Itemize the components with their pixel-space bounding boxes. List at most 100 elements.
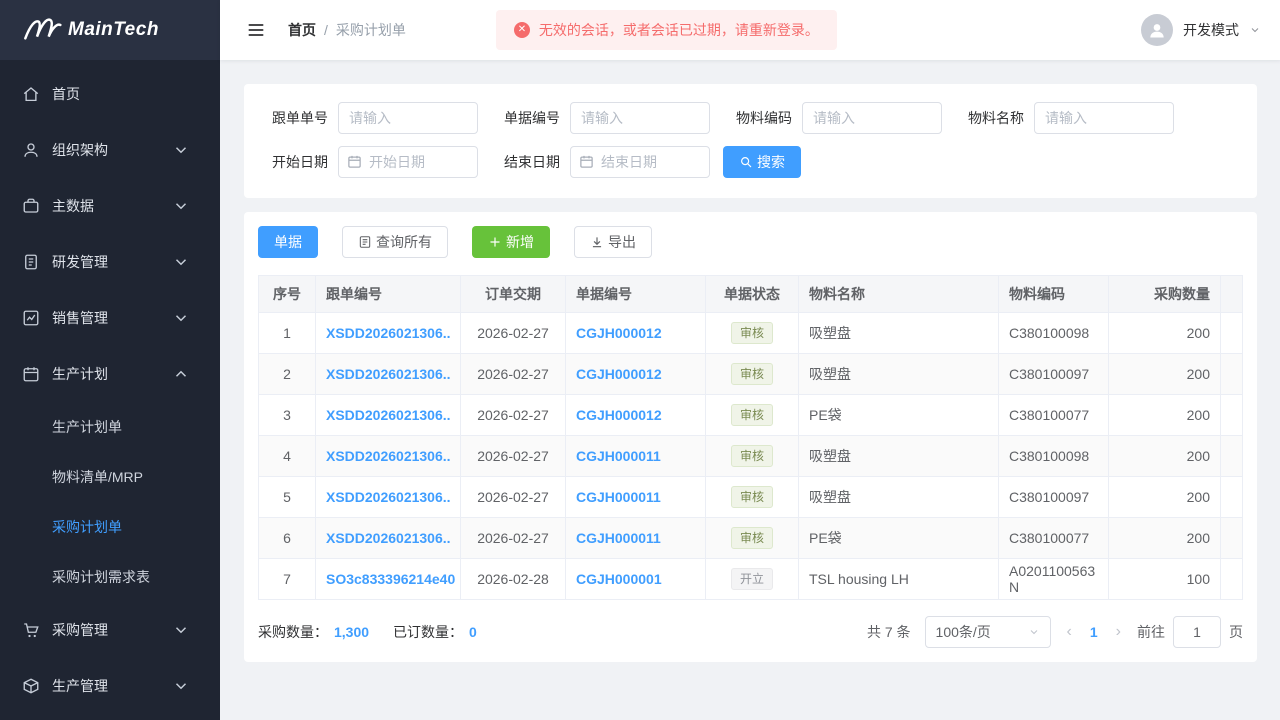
cell-status: 开立: [706, 559, 799, 600]
filter-label: 物料名称: [954, 108, 1024, 128]
cell-order-date: 2026-02-27: [461, 395, 566, 436]
goto-page-input[interactable]: [1173, 616, 1221, 648]
cell-doc-no-link[interactable]: CGJH000001: [566, 559, 706, 600]
header-user-area[interactable]: 开发模式: [1141, 14, 1261, 46]
menu-item-label: 销售管理: [52, 308, 172, 328]
table-footer: 采购数量： 1,300 已订数量： 0 共 7 条 100条/页 ‹ 1: [258, 616, 1243, 648]
next-page-button[interactable]: ›: [1114, 623, 1123, 641]
column-header-单据编号: 单据编号: [566, 276, 706, 313]
cell-track-no-link[interactable]: XSDD2026021306..: [316, 395, 461, 436]
add-button-label: 新增: [506, 232, 534, 252]
cell-index: 4: [259, 436, 316, 477]
home-icon: [22, 85, 40, 103]
sidebar-subitem-物料清单/MRP[interactable]: 物料清单/MRP: [0, 452, 220, 502]
sidebar-subitem-采购计划单[interactable]: 采购计划单: [0, 502, 220, 552]
logo-swoosh-icon: [22, 15, 62, 45]
menu-item-label: 首页: [52, 84, 202, 104]
page-size-select[interactable]: 100条/页: [925, 616, 1051, 648]
cell-track-no-link[interactable]: XSDD2026021306..: [316, 477, 461, 518]
sidebar-item-研发管理[interactable]: 研发管理: [0, 234, 220, 290]
breadcrumb-separator: /: [324, 22, 328, 38]
cell-track-no-link[interactable]: XSDD2026021306..: [316, 354, 461, 395]
table-row[interactable]: 5XSDD2026021306..2026-02-27CGJH000011审核吸…: [259, 477, 1243, 518]
cell-doc-no-link[interactable]: CGJH000011: [566, 518, 706, 559]
cell-doc-no-link[interactable]: CGJH000011: [566, 477, 706, 518]
cell-order-date: 2026-02-27: [461, 477, 566, 518]
filter-group-结束日期: 结束日期: [490, 146, 710, 178]
user-avatar[interactable]: [1141, 14, 1173, 46]
query-all-label: 查询所有: [376, 232, 432, 252]
table-row[interactable]: 4XSDD2026021306..2026-02-27CGJH000011审核吸…: [259, 436, 1243, 477]
cell-status: 审核: [706, 313, 799, 354]
purchase-plan-table: 序号跟单编号订单交期单据编号单据状态物料名称物料编码采购数量 1XSDD2026…: [258, 275, 1243, 600]
cell-order-date: 2026-02-27: [461, 518, 566, 559]
menu-item-label: 组织架构: [52, 140, 172, 160]
sidebar-item-采购管理[interactable]: 采购管理: [0, 602, 220, 658]
filter-group-开始日期: 开始日期: [258, 146, 478, 178]
cell-doc-no-link[interactable]: CGJH000012: [566, 395, 706, 436]
cell-material-name: PE袋: [799, 518, 999, 559]
filter-input-物料名称[interactable]: [1034, 102, 1174, 134]
cell-track-no-link[interactable]: SO3c833396214e40: [316, 559, 461, 600]
download-icon: [590, 235, 604, 249]
export-button[interactable]: 导出: [574, 226, 652, 258]
cell-track-no-link[interactable]: XSDD2026021306..: [316, 518, 461, 559]
current-page[interactable]: 1: [1088, 624, 1100, 640]
search-button[interactable]: 搜索: [723, 146, 801, 178]
filter-input-物料编码[interactable]: [802, 102, 942, 134]
cell-track-no-link[interactable]: XSDD2026021306..: [316, 436, 461, 477]
cell-extra: [1221, 518, 1243, 559]
cell-doc-no-link[interactable]: CGJH000011: [566, 436, 706, 477]
table-row[interactable]: 1XSDD2026021306..2026-02-27CGJH000012审核吸…: [259, 313, 1243, 354]
cell-qty: 200: [1109, 436, 1221, 477]
add-button[interactable]: 新增: [472, 226, 550, 258]
filter-label: 物料编码: [722, 108, 792, 128]
table-row[interactable]: 3XSDD2026021306..2026-02-27CGJH000012审核P…: [259, 395, 1243, 436]
alert-message: 无效的会话，或者会话已过期，请重新登录。: [539, 20, 819, 40]
column-header-跟单编号: 跟单编号: [316, 276, 461, 313]
filter-input-单据编号[interactable]: [570, 102, 710, 134]
toolbar: 单据 查询所有 新增: [258, 226, 1243, 258]
column-header-序号: 序号: [259, 276, 316, 313]
filter-group-物料名称: 物料名称: [954, 102, 1174, 134]
cell-order-date: 2026-02-27: [461, 354, 566, 395]
table-row[interactable]: 2XSDD2026021306..2026-02-27CGJH000012审核吸…: [259, 354, 1243, 395]
cell-track-no-link[interactable]: XSDD2026021306..: [316, 313, 461, 354]
table-header-row: 序号跟单编号订单交期单据编号单据状态物料名称物料编码采购数量: [259, 276, 1243, 313]
menu-item-label: 研发管理: [52, 252, 172, 272]
cell-doc-no-link[interactable]: CGJH000012: [566, 354, 706, 395]
sidebar-subitem-采购计划需求表[interactable]: 采购计划需求表: [0, 552, 220, 602]
purchase-qty-label: 采购数量：: [258, 622, 328, 642]
ordered-qty-label: 已订数量：: [393, 622, 463, 642]
sidebar-subitem-生产计划单[interactable]: 生产计划单: [0, 402, 220, 452]
chevron-down-icon: [172, 197, 190, 215]
cell-status: 审核: [706, 436, 799, 477]
prev-page-button[interactable]: ‹: [1065, 623, 1074, 641]
query-all-button[interactable]: 查询所有: [342, 226, 448, 258]
cell-qty: 200: [1109, 395, 1221, 436]
breadcrumb-home[interactable]: 首页: [288, 20, 316, 40]
hamburger-menu-icon[interactable]: [246, 20, 266, 40]
status-badge: 审核: [731, 404, 773, 426]
sidebar-item-销售管理[interactable]: 销售管理: [0, 290, 220, 346]
danju-button[interactable]: 单据: [258, 226, 318, 258]
table-row[interactable]: 6XSDD2026021306..2026-02-27CGJH000011审核P…: [259, 518, 1243, 559]
calendar-small-icon: [579, 154, 594, 169]
date-picker: [338, 146, 478, 178]
cell-material-code: C380100077: [999, 518, 1109, 559]
sidebar-item-主数据[interactable]: 主数据: [0, 178, 220, 234]
table-panel: 单据 查询所有 新增: [244, 212, 1257, 662]
filter-label: 开始日期: [258, 152, 328, 172]
sidebar-item-生产管理[interactable]: 生产管理: [0, 658, 220, 714]
table-row[interactable]: 7SO3c833396214e402026-02-28CGJH000001开立T…: [259, 559, 1243, 600]
page-size-value: 100条/页: [936, 622, 991, 642]
sidebar-item-首页[interactable]: 首页: [0, 66, 220, 122]
chevron-down-icon[interactable]: [1249, 24, 1261, 36]
cell-status: 审核: [706, 477, 799, 518]
briefcase-icon: [22, 197, 40, 215]
cell-doc-no-link[interactable]: CGJH000012: [566, 313, 706, 354]
cell-material-name: 吸塑盘: [799, 477, 999, 518]
filter-input-跟单单号[interactable]: [338, 102, 478, 134]
sidebar-item-组织架构[interactable]: 组织架构: [0, 122, 220, 178]
sidebar-item-生产计划[interactable]: 生产计划: [0, 346, 220, 402]
